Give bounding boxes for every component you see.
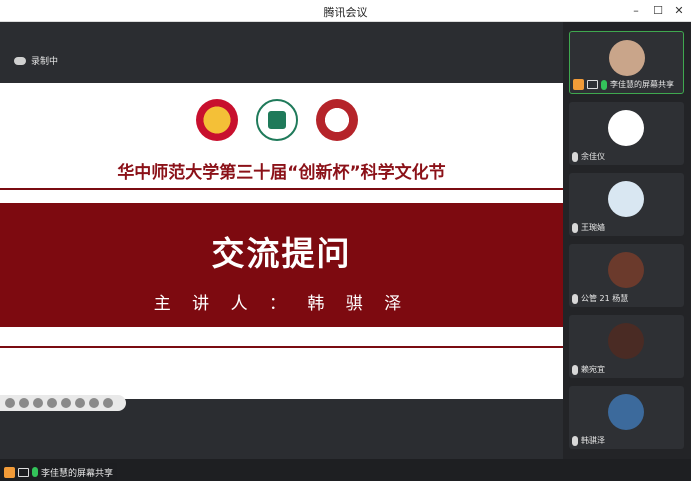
share-tag-label: 李佳慧的屏幕共享 [41,468,114,479]
more-icon[interactable] [89,398,99,408]
university-logo [256,99,298,141]
participant-name: 余佳仪 [581,152,605,161]
logo-row [196,99,358,141]
participant-name: 王琬嫱 [581,223,605,232]
youth-league-logo [196,99,238,141]
mic-muted-icon [572,364,578,375]
participant-sidebar: 李佳慧的屏幕共享 余佳仪 王琬嫱 公管 21 杨慧 赖宛宜 韩骐泽 [563,22,691,459]
cloud-icon [14,56,26,65]
participant-tile[interactable]: 公管 21 杨慧 [569,244,684,307]
participant-label: 余佳仪 [572,151,605,162]
minimize-icon[interactable]: – [628,3,644,19]
participant-tile[interactable]: 韩骐泽 [569,386,684,449]
window-title: 腾讯会议 [323,6,368,19]
screen-share-icon [18,467,29,477]
divider [0,188,563,190]
participant-label: 韩骐泽 [572,435,605,446]
screen-share-icon [587,80,598,89]
mic-muted-icon [572,293,578,304]
collapse-icon[interactable] [103,398,113,408]
participant-tile[interactable]: 李佳慧的屏幕共享 [569,31,684,94]
mic-icon [572,435,578,446]
participant-name: 公管 21 杨慧 [581,294,629,303]
avatar [608,394,644,430]
participant-label: 王琬嫱 [572,222,605,233]
close-icon[interactable]: ✕ [671,3,687,19]
avatar [609,40,645,76]
participant-name: 赖宛宜 [581,365,605,374]
avatar [608,323,644,359]
divider [0,346,563,348]
participant-tile[interactable]: 余佳仪 [569,102,684,165]
mic-muted-icon [572,151,578,162]
mic-icon [32,467,38,477]
slide-heading: 交流提问 [211,234,352,273]
screenshot-icon[interactable] [47,398,57,408]
mic-muted-icon [572,222,578,233]
comment-icon[interactable] [75,398,85,408]
slide-speaker: 主 讲 人 ： 韩 骐 泽 [153,294,410,314]
participant-label: 赖宛宜 [572,364,605,375]
participant-label: 李佳慧的屏幕共享 [573,79,674,90]
next-icon[interactable] [19,398,29,408]
user-icon [573,79,584,90]
recording-label: 录制中 [31,57,59,67]
avatar [608,181,644,217]
association-logo [316,99,358,141]
prev-icon[interactable] [5,398,15,408]
mic-icon [601,79,607,90]
avatar [608,252,644,288]
shared-screen-area: 录制中 华中师范大学第三十届“创新杯”科学文化节 交流提问 主 讲 人 ： 韩 … [0,22,563,481]
participant-tile[interactable]: 王琬嫱 [569,173,684,236]
title-bar: 腾讯会议 – ☐ ✕ [0,0,691,22]
pen-icon[interactable] [33,398,43,408]
annotation-toolbar[interactable] [0,395,126,411]
participant-name: 韩骐泽 [581,436,605,445]
user-icon [4,466,15,478]
slide-subtitle: 华中师范大学第三十届“创新杯”科学文化节 [117,163,446,183]
avatar [608,110,644,146]
participant-tile[interactable]: 赖宛宜 [569,315,684,378]
recording-indicator[interactable]: 录制中 [14,54,58,67]
participant-label: 公管 21 杨慧 [572,293,628,304]
display-icon[interactable] [61,398,71,408]
participant-name: 李佳慧的屏幕共享 [610,80,674,89]
screen-share-tag: 李佳慧的屏幕共享 [0,463,118,481]
maximize-icon[interactable]: ☐ [650,3,666,19]
presentation-slide: 华中师范大学第三十届“创新杯”科学文化节 交流提问 主 讲 人 ： 韩 骐 泽 [0,83,563,399]
